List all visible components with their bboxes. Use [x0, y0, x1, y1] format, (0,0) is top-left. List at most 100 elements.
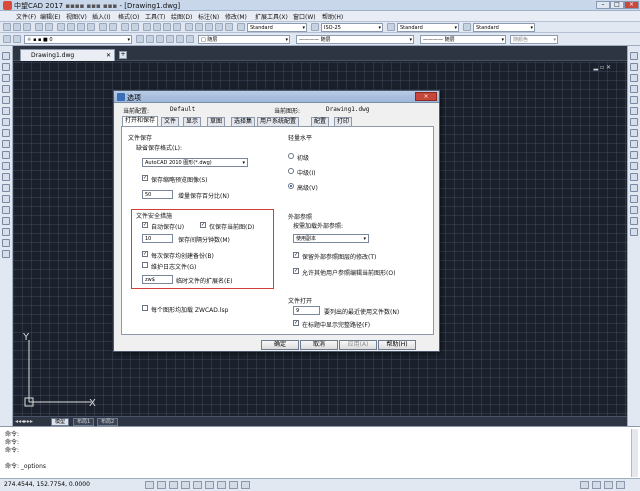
tab-profiles[interactable]: 配置 [311, 117, 330, 126]
polar-icon[interactable] [181, 481, 190, 489]
copy-icon[interactable] [67, 23, 75, 31]
tab-plot[interactable]: 打印 [334, 117, 353, 126]
lineweight-select[interactable]: ———— 随层 ▾ [420, 35, 506, 44]
model-space-icon[interactable] [241, 481, 250, 489]
mirror-icon[interactable] [630, 74, 638, 82]
ortho-icon[interactable] [169, 481, 178, 489]
help-button[interactable]: 帮助(H) [378, 340, 416, 350]
linetype-select[interactable]: ———— 随层 ▾ [296, 35, 414, 44]
menu-view[interactable]: 视图(V) [66, 12, 87, 21]
rectangle-icon[interactable] [2, 96, 10, 104]
menu-modify[interactable]: 修改(M) [225, 12, 247, 21]
lock-icon[interactable] [604, 481, 613, 489]
help-icon[interactable] [225, 23, 233, 31]
match-properties-icon[interactable] [87, 23, 95, 31]
tab-selection[interactable]: 选择集 [231, 117, 256, 126]
dim-style-select[interactable]: ISO-25 ▾ [321, 23, 383, 32]
level-advanced-radio[interactable] [288, 183, 294, 189]
menu-window[interactable]: 窗口(W) [293, 12, 316, 21]
full-path-checkbox[interactable]: ✓ [293, 320, 299, 326]
menu-edit[interactable]: 编辑(E) [40, 12, 60, 21]
ellipse-icon[interactable] [2, 151, 10, 159]
array-icon[interactable] [630, 96, 638, 104]
fillet-icon[interactable] [630, 206, 638, 214]
menu-extend-tools[interactable]: 扩展工具(X) [255, 12, 288, 21]
clean-screen-icon[interactable] [616, 481, 625, 489]
layer-freeze-icon[interactable] [166, 35, 174, 43]
explode-icon[interactable] [630, 217, 638, 225]
paste-icon[interactable] [77, 23, 85, 31]
color-select[interactable]: □ 随层 ▾ [198, 35, 290, 44]
table-icon[interactable] [2, 239, 10, 247]
tab-model[interactable]: 模型 [51, 418, 70, 426]
grid-icon[interactable] [157, 481, 166, 489]
join-icon[interactable] [630, 184, 638, 192]
layer-state-icon[interactable] [13, 35, 21, 43]
layer-manager-icon[interactable] [3, 35, 11, 43]
annotation-scale-icon[interactable] [580, 481, 589, 489]
tab-files[interactable]: 文件 [161, 117, 180, 126]
osnap-icon[interactable] [193, 481, 202, 489]
move-icon[interactable] [630, 107, 638, 115]
insert-block-icon[interactable] [2, 173, 10, 181]
polygon-icon[interactable] [2, 85, 10, 93]
lineweight-icon[interactable] [217, 481, 226, 489]
arc-icon[interactable] [2, 107, 10, 115]
tool-palette-icon[interactable] [205, 23, 213, 31]
recent-files-input[interactable]: 9 [293, 306, 320, 315]
close-button[interactable]: × [624, 1, 639, 9]
save-icon[interactable] [23, 23, 31, 31]
menu-help[interactable]: 帮助(H) [322, 12, 343, 21]
layer-select[interactable]: ☼ ▪ ▪ ■ 0 ▾ [24, 35, 132, 44]
make-block-icon[interactable] [2, 184, 10, 192]
rotate-icon[interactable] [630, 118, 638, 126]
print-icon[interactable] [35, 23, 43, 31]
stretch-icon[interactable] [630, 140, 638, 148]
cancel-button[interactable]: 取消 [300, 340, 338, 350]
layer-off-icon[interactable] [186, 35, 194, 43]
mtext-icon[interactable] [2, 250, 10, 258]
new-tab-button[interactable]: + [119, 51, 127, 59]
minimize-button[interactable]: – [596, 1, 610, 9]
tab-drafting[interactable]: 草图 [207, 117, 226, 126]
tab-layout2[interactable]: 布局2 [97, 418, 119, 426]
zoom-previous-icon[interactable] [173, 23, 181, 31]
chamfer-icon[interactable] [630, 195, 638, 203]
allow-refedit-checkbox[interactable]: ✓ [293, 268, 299, 274]
menu-format[interactable]: 格式(O) [118, 12, 139, 21]
menu-tools[interactable]: 工具(T) [145, 12, 165, 21]
new-icon[interactable] [3, 23, 11, 31]
default-format-select[interactable]: AutoCAD 2010 图形(*.dwg) ▾ [142, 158, 248, 167]
load-lsp-checkbox[interactable] [142, 305, 148, 311]
document-tab[interactable]: Drawing1.dwg ✕ [20, 49, 115, 61]
dyn-icon[interactable] [229, 481, 238, 489]
xref-load-select[interactable]: 使用副本 ▾ [293, 234, 369, 243]
layer-lock-icon[interactable] [176, 35, 184, 43]
level-medium-radio[interactable] [288, 168, 294, 174]
apply-button[interactable]: 应用(A) [339, 340, 377, 350]
increment-input[interactable]: 50 [142, 190, 173, 199]
level-basic-radio[interactable] [288, 153, 294, 159]
tab-display[interactable]: 显示 [183, 117, 202, 126]
open-icon[interactable] [13, 23, 21, 31]
properties-icon[interactable] [185, 23, 193, 31]
plotstyle-select[interactable]: 随颜色 ▾ [510, 35, 558, 44]
point-icon[interactable] [2, 195, 10, 203]
close-tab-icon[interactable]: ✕ [106, 50, 111, 61]
erase-icon[interactable] [630, 52, 638, 60]
cut-icon[interactable] [57, 23, 65, 31]
zoom-window-icon[interactable] [163, 23, 171, 31]
pan-icon[interactable] [143, 23, 151, 31]
calculator-icon[interactable] [215, 23, 223, 31]
menu-dimension[interactable]: 标注(N) [198, 12, 219, 21]
preview-icon[interactable] [45, 23, 53, 31]
region-icon[interactable] [2, 228, 10, 236]
revcloud-icon[interactable] [2, 129, 10, 137]
scale-icon[interactable] [630, 129, 638, 137]
dialog-close-button[interactable]: × [415, 92, 437, 101]
layout-nav-icon[interactable]: ◂◂◂▸▸▸ [15, 418, 33, 425]
tab-user-preferences[interactable]: 用户系统配置 [257, 117, 300, 126]
ok-button[interactable]: 确定 [261, 340, 299, 350]
circle-icon[interactable] [2, 118, 10, 126]
lengthen-icon[interactable] [630, 228, 638, 236]
